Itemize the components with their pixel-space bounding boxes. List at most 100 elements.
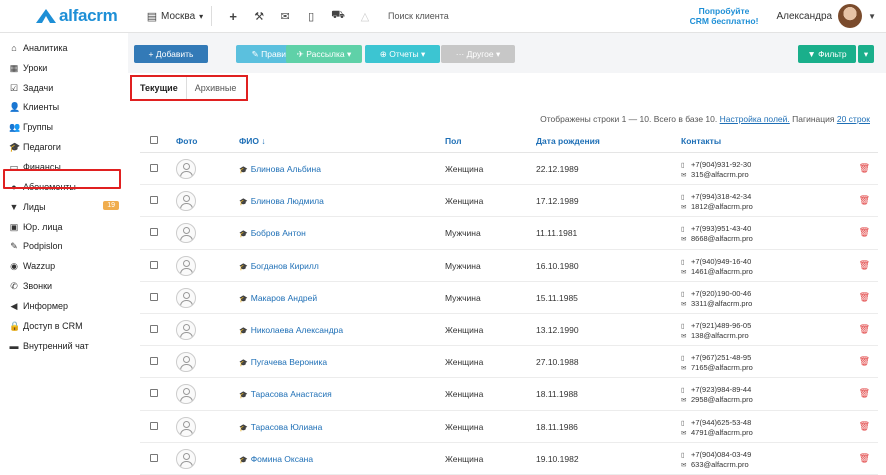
- mobile-icon[interactable]: ▯: [305, 10, 317, 23]
- sidebar-item[interactable]: ▼ Лиды 19: [9, 200, 121, 214]
- phone-value[interactable]: +7(944)625-53-48: [691, 418, 751, 427]
- teacher-name-link[interactable]: 🎓 Николаева Александра: [239, 325, 343, 335]
- sidebar-item[interactable]: ▦ Уроки: [9, 61, 121, 75]
- other-button[interactable]: ··· Другое ▾: [441, 45, 515, 63]
- email-value[interactable]: 633@alfacrm.pro: [691, 460, 749, 469]
- email-value[interactable]: 1461@alfacrm.pro: [691, 267, 753, 276]
- trash-icon[interactable]: 🗑: [859, 195, 870, 206]
- reports-button[interactable]: ⊕ Отчеты ▾: [365, 45, 440, 63]
- teacher-name-link[interactable]: 🎓 Тарасова Анастасия: [239, 389, 332, 399]
- email-value[interactable]: 2958@alfacrm.pro: [691, 395, 753, 404]
- sidebar-item[interactable]: ▬ Внутренний чат: [9, 339, 121, 353]
- row-checkbox[interactable]: [150, 228, 158, 237]
- teacher-name-link[interactable]: 🎓 Бобров Антон: [239, 228, 306, 238]
- sidebar-item[interactable]: ☑ Задачи: [9, 81, 121, 95]
- trash-icon[interactable]: 🗑: [859, 453, 870, 464]
- table-row[interactable]: 🎓 Богданов Кирилл Мужчина 16.10.1980 ▯ +7(940…: [140, 250, 878, 282]
- sidebar-item[interactable]: ◀ Информер: [9, 299, 121, 313]
- avatar[interactable]: [838, 4, 863, 28]
- phone-value[interactable]: +7(921)489-96-05: [691, 321, 751, 330]
- teacher-name-link[interactable]: 🎓 Пугачева Вероника: [239, 357, 327, 367]
- table-row[interactable]: 🎓 Николаева Александра Женщина 13.12.1990 ▯ +…: [140, 314, 878, 347]
- select-all-checkbox[interactable]: [150, 136, 158, 144]
- trash-icon[interactable]: 🗑: [859, 292, 870, 303]
- email-value[interactable]: 4791@alfacrm.pro: [691, 428, 753, 437]
- row-checkbox[interactable]: [150, 292, 158, 301]
- teacher-name-link[interactable]: 🎓 Макаров Андрей: [239, 293, 317, 303]
- table-row[interactable]: 🎓 Тарасова Юлиана Женщина 18.11.1986 ▯ +7(944…: [140, 411, 878, 443]
- trash-icon[interactable]: 🗑: [859, 421, 870, 432]
- sidebar-item[interactable]: ✆ Звонки: [9, 279, 121, 293]
- col-birth[interactable]: Дата рождения: [536, 136, 600, 146]
- sidebar-item[interactable]: 🎓 Педагоги: [9, 140, 121, 154]
- col-gender[interactable]: Пол: [445, 136, 462, 146]
- field-settings-link[interactable]: Настройка полей.: [720, 114, 790, 124]
- sidebar-item[interactable]: ⌂ Аналитика: [9, 41, 121, 55]
- row-checkbox[interactable]: [150, 389, 158, 398]
- wrench-icon[interactable]: ⚒: [253, 10, 265, 23]
- promo-link[interactable]: Попробуйте CRM бесплатно!: [690, 6, 759, 26]
- trash-icon[interactable]: 🗑: [859, 227, 870, 238]
- mail-icon[interactable]: ✉: [279, 10, 291, 23]
- col-name[interactable]: ФИО ↓: [239, 136, 266, 146]
- email-value[interactable]: 8668@alfacrm.pro: [691, 234, 753, 243]
- email-value[interactable]: 7165@alfacrm.pro: [691, 363, 753, 372]
- sidebar-item[interactable]: ◉ Wazzup: [9, 259, 121, 273]
- trash-icon[interactable]: 🗑: [859, 260, 870, 271]
- trash-icon[interactable]: 🗑: [859, 324, 870, 335]
- sidebar-item[interactable]: 🔒 Доступ в CRM: [9, 319, 121, 333]
- sidebar-item[interactable]: 👤 Клиенты: [9, 100, 121, 114]
- email-value[interactable]: 138@alfacrm.pro: [691, 331, 749, 340]
- table-row[interactable]: 🎓 Блинова Альбина Женщина 22.12.1989 ▯ +7(904…: [140, 153, 878, 186]
- tab-current[interactable]: Текущие: [132, 77, 187, 99]
- user-name[interactable]: Александра: [776, 11, 832, 22]
- city-selector[interactable]: ▤ Москва ▾: [128, 10, 203, 23]
- cart-icon[interactable]: ⛟: [331, 9, 345, 23]
- table-row[interactable]: 🎓 Пугачева Вероника Женщина 27.10.1988 ▯ +7(9…: [140, 346, 878, 379]
- table-row[interactable]: 🎓 Фомина Оксана Женщина 19.10.1982 ▯ +7(904)0…: [140, 443, 878, 475]
- sidebar-item[interactable]: ✎ Podpislon: [9, 239, 121, 253]
- phone-value[interactable]: +7(920)190-00-46: [691, 289, 751, 298]
- mailing-button[interactable]: ✈ Рассылка ▾: [286, 45, 362, 63]
- phone-value[interactable]: +7(993)951-43-40: [691, 224, 751, 233]
- teacher-name-link[interactable]: 🎓 Богданов Кирилл: [239, 261, 319, 271]
- table-row[interactable]: 🎓 Макаров Андрей Мужчина 15.11.1985 ▯ +7(920)…: [140, 282, 878, 314]
- search-input[interactable]: Поиск клиента: [388, 11, 688, 21]
- warning-icon[interactable]: △: [359, 10, 371, 23]
- teacher-name-link[interactable]: 🎓 Тарасова Юлиана: [239, 422, 322, 432]
- filter-button[interactable]: ▼ Фильтр: [798, 45, 856, 63]
- teacher-name-link[interactable]: 🎓 Фомина Оксана: [239, 454, 313, 464]
- add-button[interactable]: + Добавить: [134, 45, 208, 63]
- row-checkbox[interactable]: [150, 421, 158, 430]
- pagination-link[interactable]: 20 строк: [837, 114, 870, 124]
- row-checkbox[interactable]: [150, 357, 158, 366]
- phone-value[interactable]: +7(923)984-89-44: [691, 385, 751, 394]
- phone-value[interactable]: +7(940)949-16-40: [691, 257, 751, 266]
- phone-value[interactable]: +7(904)931-92-30: [691, 160, 751, 169]
- plus-icon[interactable]: +: [227, 9, 239, 24]
- phone-value[interactable]: +7(904)084-03-49: [691, 450, 751, 459]
- filter-dropdown-button[interactable]: ▾: [858, 45, 874, 63]
- table-row[interactable]: 🎓 Бобров Антон Мужчина 11.11.1981 ▯ +7(993)95…: [140, 217, 878, 250]
- row-checkbox[interactable]: [150, 260, 158, 269]
- row-checkbox[interactable]: [150, 325, 158, 334]
- sidebar-item[interactable]: ▣ Юр. лица: [9, 220, 121, 234]
- teacher-name-link[interactable]: 🎓 Блинова Людмила: [239, 196, 324, 206]
- table-row[interactable]: 🎓 Блинова Людмила Женщина 17.12.1989 ▯ +7(994…: [140, 185, 878, 218]
- teacher-name-link[interactable]: 🎓 Блинова Альбина: [239, 164, 321, 174]
- user-menu-caret-icon[interactable]: ▼: [868, 12, 876, 21]
- trash-icon[interactable]: 🗑: [859, 356, 870, 367]
- tab-archive[interactable]: Архивные: [187, 77, 245, 99]
- trash-icon[interactable]: 🗑: [859, 388, 870, 399]
- email-value[interactable]: 315@alfacrm.pro: [691, 170, 749, 179]
- phone-value[interactable]: +7(967)251-48-95: [691, 353, 751, 362]
- trash-icon[interactable]: 🗑: [859, 163, 870, 174]
- email-value[interactable]: 3311@alfacrm.pro: [691, 299, 752, 308]
- email-value[interactable]: 1812@alfacrm.pro: [691, 202, 753, 211]
- logo[interactable]: alfacrm: [0, 6, 128, 26]
- row-checkbox[interactable]: [150, 164, 158, 173]
- phone-value[interactable]: +7(994)318-42-34: [691, 192, 751, 201]
- row-checkbox[interactable]: [150, 196, 158, 205]
- table-row[interactable]: 🎓 Тарасова Анастасия Женщина 18.11.1988 ▯ +7(…: [140, 378, 878, 411]
- sidebar-item[interactable]: 👥 Группы: [9, 120, 121, 134]
